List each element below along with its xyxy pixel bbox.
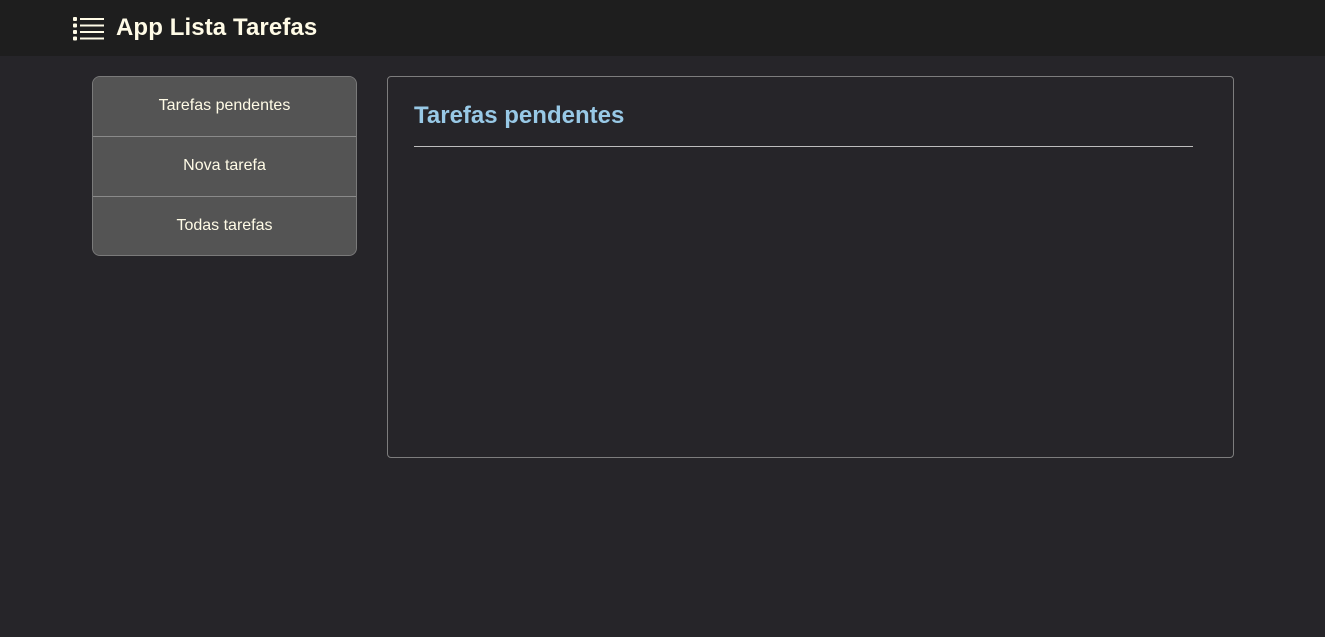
top-navbar: App Lista Tarefas xyxy=(0,0,1325,56)
sidebar-menu: Tarefas pendentes Nova tarefa Todas tare… xyxy=(92,76,357,256)
content-panel: Tarefas pendentes xyxy=(387,76,1234,458)
sidebar-item-tarefas-pendentes[interactable]: Tarefas pendentes xyxy=(93,77,356,137)
app-brand-link[interactable]: App Lista Tarefas xyxy=(73,14,317,42)
sidebar-item-todas-tarefas[interactable]: Todas tarefas xyxy=(93,197,356,255)
list-icon xyxy=(73,16,104,40)
app-title: App Lista Tarefas xyxy=(116,14,318,41)
title-divider xyxy=(414,146,1193,147)
page-title: Tarefas pendentes xyxy=(414,102,625,129)
sidebar-item-nova-tarefa[interactable]: Nova tarefa xyxy=(93,137,356,197)
